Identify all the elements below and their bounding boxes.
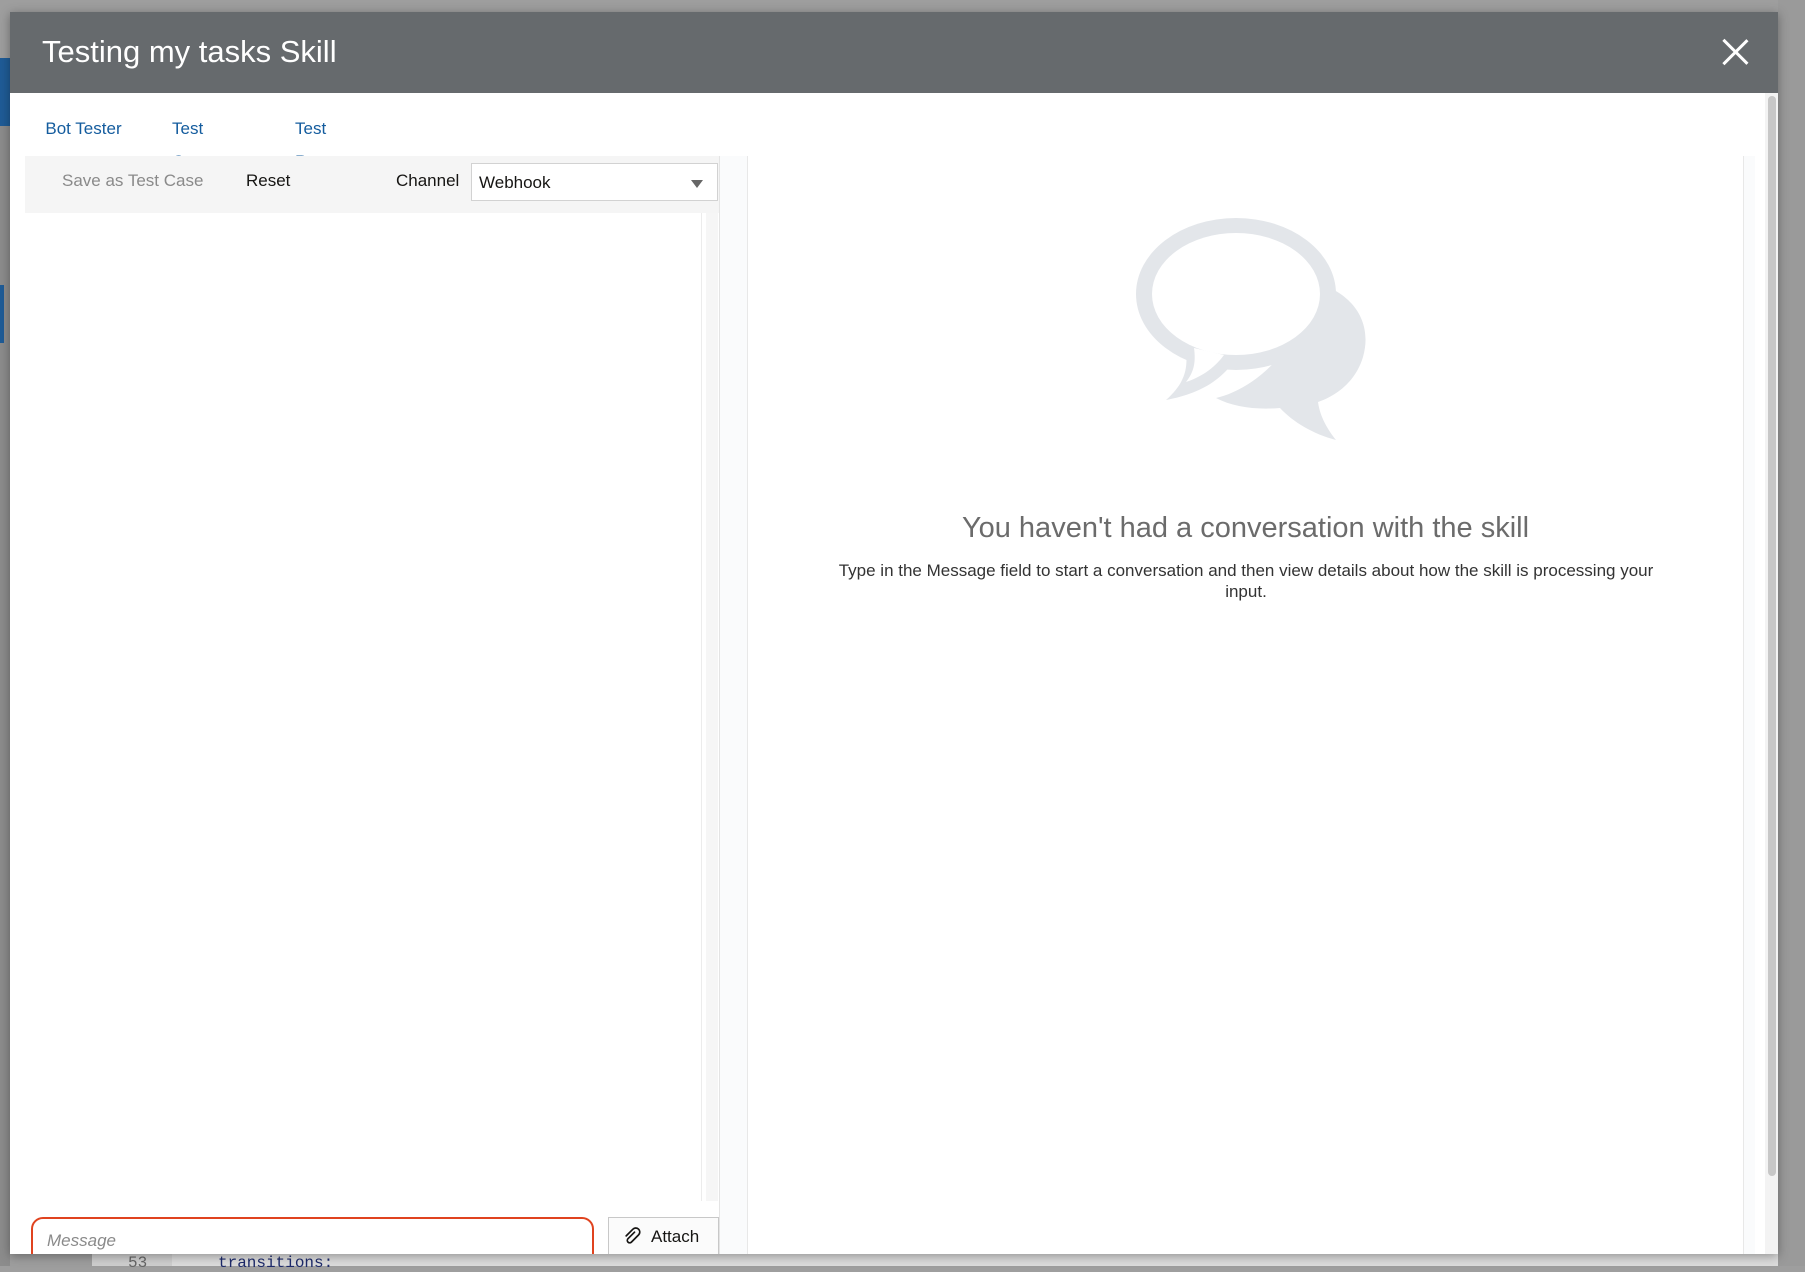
- empty-state-description: Type in the Message field to start a con…: [838, 561, 1654, 601]
- tester-toolbar: Save as Test Case Reset Channel Webhook: [25, 156, 719, 213]
- message-composer: Attach: [25, 1201, 719, 1254]
- save-as-test-case-button[interactable]: Save as Test Case: [62, 171, 203, 191]
- tab-test-cases[interactable]: Test Cases: [172, 112, 220, 171]
- dialog-scroll-thumb[interactable]: [1768, 96, 1776, 1176]
- conversation-transcript[interactable]: [25, 213, 702, 1201]
- empty-state-title: You haven't had a conversation with the …: [961, 512, 1530, 544]
- attach-label: Attach: [651, 1227, 700, 1246]
- channel-label: Channel: [396, 171, 460, 190]
- tab-test-run-results[interactable]: Test Run Results: [295, 112, 352, 204]
- channel-selected-value: Webhook: [479, 173, 551, 192]
- background-code-editor: [92, 1254, 1778, 1266]
- channel-select[interactable]: Webhook: [471, 163, 718, 201]
- conversation-panel: Save as Test Case Reset Channel Webhook …: [25, 156, 720, 1254]
- chat-bubbles-icon: [1136, 218, 1366, 440]
- background-line-number: 53: [128, 1254, 148, 1272]
- skill-tester-dialog: Testing my tasks Skill Bot Tester Test C…: [10, 12, 1778, 1254]
- close-icon[interactable]: [1720, 37, 1750, 67]
- background-app-active-marker: [0, 285, 4, 343]
- chevron-down-icon: [691, 180, 703, 188]
- message-input[interactable]: [31, 1217, 594, 1254]
- reset-button[interactable]: Reset: [246, 171, 290, 191]
- conversation-scrollbar[interactable]: [706, 213, 718, 1201]
- background-app-scrollbar: [1778, 0, 1805, 1266]
- conversation-details-panel: You haven't had a conversation with the …: [747, 156, 1744, 1254]
- paperclip-icon: [625, 1227, 641, 1244]
- attach-button[interactable]: Attach: [608, 1217, 719, 1254]
- background-code-line: transitions:: [218, 1254, 334, 1272]
- tester-body: Save as Test Case Reset Channel Webhook …: [25, 156, 1755, 1254]
- dialog-title: Testing my tasks Skill: [42, 34, 337, 69]
- dialog-header: Testing my tasks Skill: [10, 12, 1778, 93]
- tab-bot-tester[interactable]: Bot Tester: [25, 112, 142, 161]
